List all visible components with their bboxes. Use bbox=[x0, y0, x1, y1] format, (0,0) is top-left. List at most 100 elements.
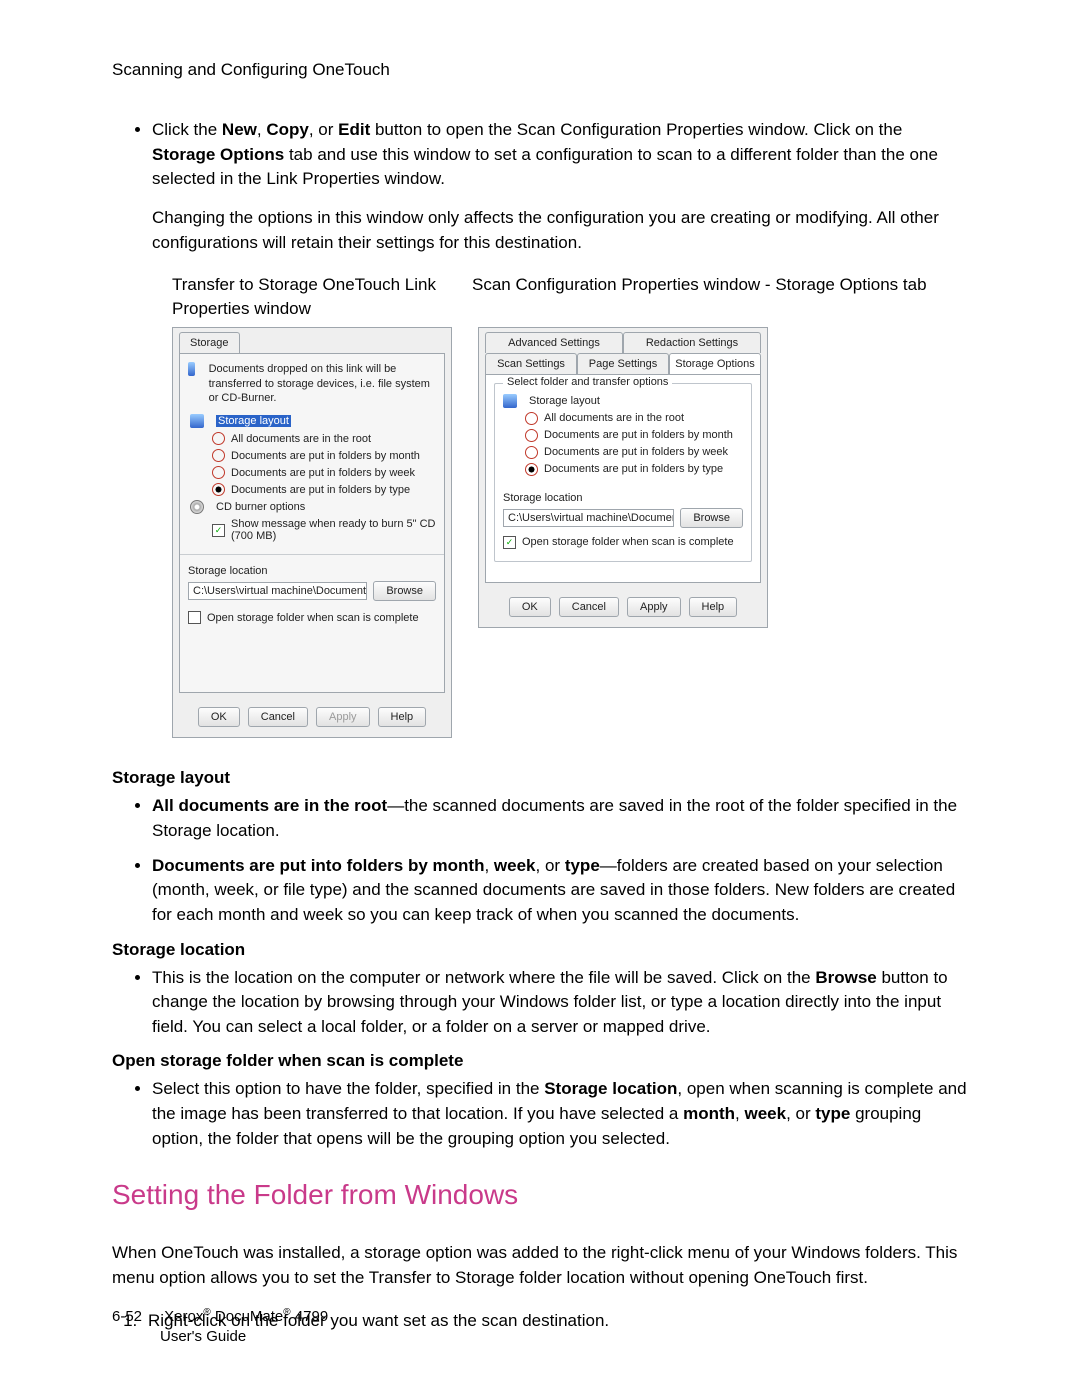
radio-icon bbox=[212, 466, 225, 479]
browse-button[interactable]: Browse bbox=[373, 581, 436, 601]
scan-config-properties-window: Advanced Settings Redaction Settings Sca… bbox=[478, 327, 768, 628]
defs-open: Select this option to have the folder, s… bbox=[112, 1077, 968, 1151]
caption-right: Scan Configuration Properties window - S… bbox=[472, 273, 927, 321]
storage-location-label: Storage location bbox=[188, 565, 436, 577]
tree-node-storage-layout[interactable]: Storage layout bbox=[190, 412, 436, 430]
intro-p2: Changing the options in this window only… bbox=[152, 206, 968, 255]
group-title: Select folder and transfer options bbox=[503, 376, 672, 388]
intro-list: Click the New, Copy, or Edit button to o… bbox=[112, 118, 968, 255]
bold: type bbox=[565, 856, 600, 875]
ok-button[interactable]: OK bbox=[509, 597, 551, 617]
defs-location: This is the location on the computer or … bbox=[112, 966, 968, 1040]
tab-scan-settings[interactable]: Scan Settings bbox=[485, 353, 577, 374]
def-location: This is the location on the computer or … bbox=[152, 966, 968, 1040]
radio-root[interactable]: All documents are in the root bbox=[525, 410, 743, 427]
def-folders: Documents are put into folders by month,… bbox=[152, 854, 968, 928]
tree-node-storage-layout: Storage layout bbox=[503, 392, 743, 410]
storage-path-input[interactable]: C:\Users\virtual machine\Documents\My On… bbox=[503, 509, 674, 527]
heading-storage-layout: Storage layout bbox=[112, 768, 968, 788]
divider bbox=[180, 554, 444, 555]
apply-button[interactable]: Apply bbox=[627, 597, 681, 617]
cd-icon bbox=[190, 500, 204, 514]
tab-page-settings[interactable]: Page Settings bbox=[577, 353, 669, 374]
storage-path-input[interactable]: C:\Users\virtual machine\Documents\My On… bbox=[188, 582, 367, 600]
screenshot-captions: Transfer to Storage OneTouch Link Proper… bbox=[172, 273, 968, 321]
help-button[interactable]: Help bbox=[378, 707, 427, 727]
options-tree: Storage layout All documents are in the … bbox=[190, 412, 436, 544]
checkbox-icon bbox=[503, 536, 516, 549]
apply-button[interactable]: Apply bbox=[316, 707, 370, 727]
radio-week[interactable]: Documents are put in folders by week bbox=[212, 464, 436, 481]
node-label: CD burner options bbox=[216, 501, 305, 513]
bold: All documents are in the root bbox=[152, 796, 387, 815]
radio-month[interactable]: Documents are put in folders by month bbox=[212, 447, 436, 464]
text: Select this option to have the folder, s… bbox=[152, 1079, 544, 1098]
radio-icon bbox=[525, 463, 538, 476]
node-label: Storage layout bbox=[529, 395, 600, 407]
option-label: Open storage folder when scan is complet… bbox=[207, 612, 419, 624]
radio-type[interactable]: Documents are put in folders by type bbox=[525, 461, 743, 478]
text: button to open the Scan Configuration Pr… bbox=[370, 120, 902, 139]
hint-text: Documents dropped on this link will be t… bbox=[209, 362, 436, 407]
help-button[interactable]: Help bbox=[689, 597, 738, 617]
footer-line1: Xerox® DocuMate® 4799 bbox=[164, 1308, 328, 1325]
text: , or bbox=[786, 1104, 815, 1123]
screenshots-row: Storage Documents dropped on this link w… bbox=[172, 327, 968, 739]
tab-storage-options[interactable]: Storage Options bbox=[669, 353, 761, 374]
radio-icon bbox=[525, 429, 538, 442]
radio-icon bbox=[525, 412, 538, 425]
radio-type[interactable]: Documents are put in folders by type bbox=[212, 481, 436, 498]
text: , bbox=[484, 856, 493, 875]
option-label: Documents are put in folders by month bbox=[231, 450, 420, 462]
bold: week bbox=[745, 1104, 787, 1123]
radio-root[interactable]: All documents are in the root bbox=[212, 430, 436, 447]
intro-bullet: Click the New, Copy, or Edit button to o… bbox=[152, 118, 968, 255]
bold-copy: Copy bbox=[266, 120, 309, 139]
ok-button[interactable]: OK bbox=[198, 707, 240, 727]
bold-edit: Edit bbox=[338, 120, 370, 139]
cancel-button[interactable]: Cancel bbox=[559, 597, 619, 617]
section-title: Scanning and Configuring OneTouch bbox=[112, 60, 968, 80]
dialog-buttons: OK Cancel Apply Help bbox=[479, 589, 767, 627]
option-label: All documents are in the root bbox=[231, 433, 371, 445]
checkbox-open-folder[interactable]: Open storage folder when scan is complet… bbox=[503, 534, 743, 551]
text: Click the bbox=[152, 120, 222, 139]
text: , bbox=[735, 1104, 744, 1123]
tab-advanced[interactable]: Advanced Settings bbox=[485, 332, 623, 353]
paragraph-after-h2: When OneTouch was installed, a storage o… bbox=[112, 1241, 968, 1290]
tab-row: Storage bbox=[173, 328, 451, 353]
bold: Storage location bbox=[544, 1079, 677, 1098]
checkbox-icon bbox=[188, 611, 201, 624]
text: This is the location on the computer or … bbox=[152, 968, 815, 987]
option-label: Open storage folder when scan is complet… bbox=[522, 536, 734, 548]
defs-layout: All documents are in the root—the scanne… bbox=[112, 794, 968, 927]
footer-line2: User's Guide bbox=[160, 1328, 246, 1345]
radio-week[interactable]: Documents are put in folders by week bbox=[525, 444, 743, 461]
tab-row-1: Advanced Settings Redaction Settings bbox=[479, 328, 767, 353]
tab-row-2: Scan Settings Page Settings Storage Opti… bbox=[479, 353, 767, 374]
group-select-folder: Select folder and transfer options Stora… bbox=[494, 383, 752, 562]
cancel-button[interactable]: Cancel bbox=[248, 707, 308, 727]
checkbox-open-folder[interactable]: Open storage folder when scan is complet… bbox=[188, 609, 436, 626]
bold: Browse bbox=[815, 968, 876, 987]
text: , bbox=[257, 120, 266, 139]
heading-setting-folder: Setting the Folder from Windows bbox=[112, 1179, 968, 1211]
tree-node-cd-burner[interactable]: CD burner options bbox=[190, 498, 436, 516]
storage-location-label: Storage location bbox=[503, 492, 743, 504]
radio-month[interactable]: Documents are put in folders by month bbox=[525, 427, 743, 444]
def-open: Select this option to have the folder, s… bbox=[152, 1077, 968, 1151]
node-label: Storage layout bbox=[216, 415, 291, 427]
tab-storage[interactable]: Storage bbox=[179, 332, 240, 353]
radio-icon bbox=[212, 483, 225, 496]
storage-icon bbox=[188, 362, 195, 376]
radio-icon bbox=[212, 449, 225, 462]
tab-redaction[interactable]: Redaction Settings bbox=[623, 332, 761, 353]
bold-storage: Storage Options bbox=[152, 145, 284, 164]
bold: type bbox=[815, 1104, 850, 1123]
checkbox-cd-message[interactable]: Show message when ready to burn 5" CD (7… bbox=[212, 516, 436, 544]
browse-button[interactable]: Browse bbox=[680, 508, 743, 528]
option-label: Show message when ready to burn 5" CD (7… bbox=[231, 518, 436, 542]
panel: Documents dropped on this link will be t… bbox=[179, 353, 445, 694]
panel: Select folder and transfer options Stora… bbox=[485, 374, 761, 583]
page-number: 6-52 bbox=[112, 1307, 160, 1327]
